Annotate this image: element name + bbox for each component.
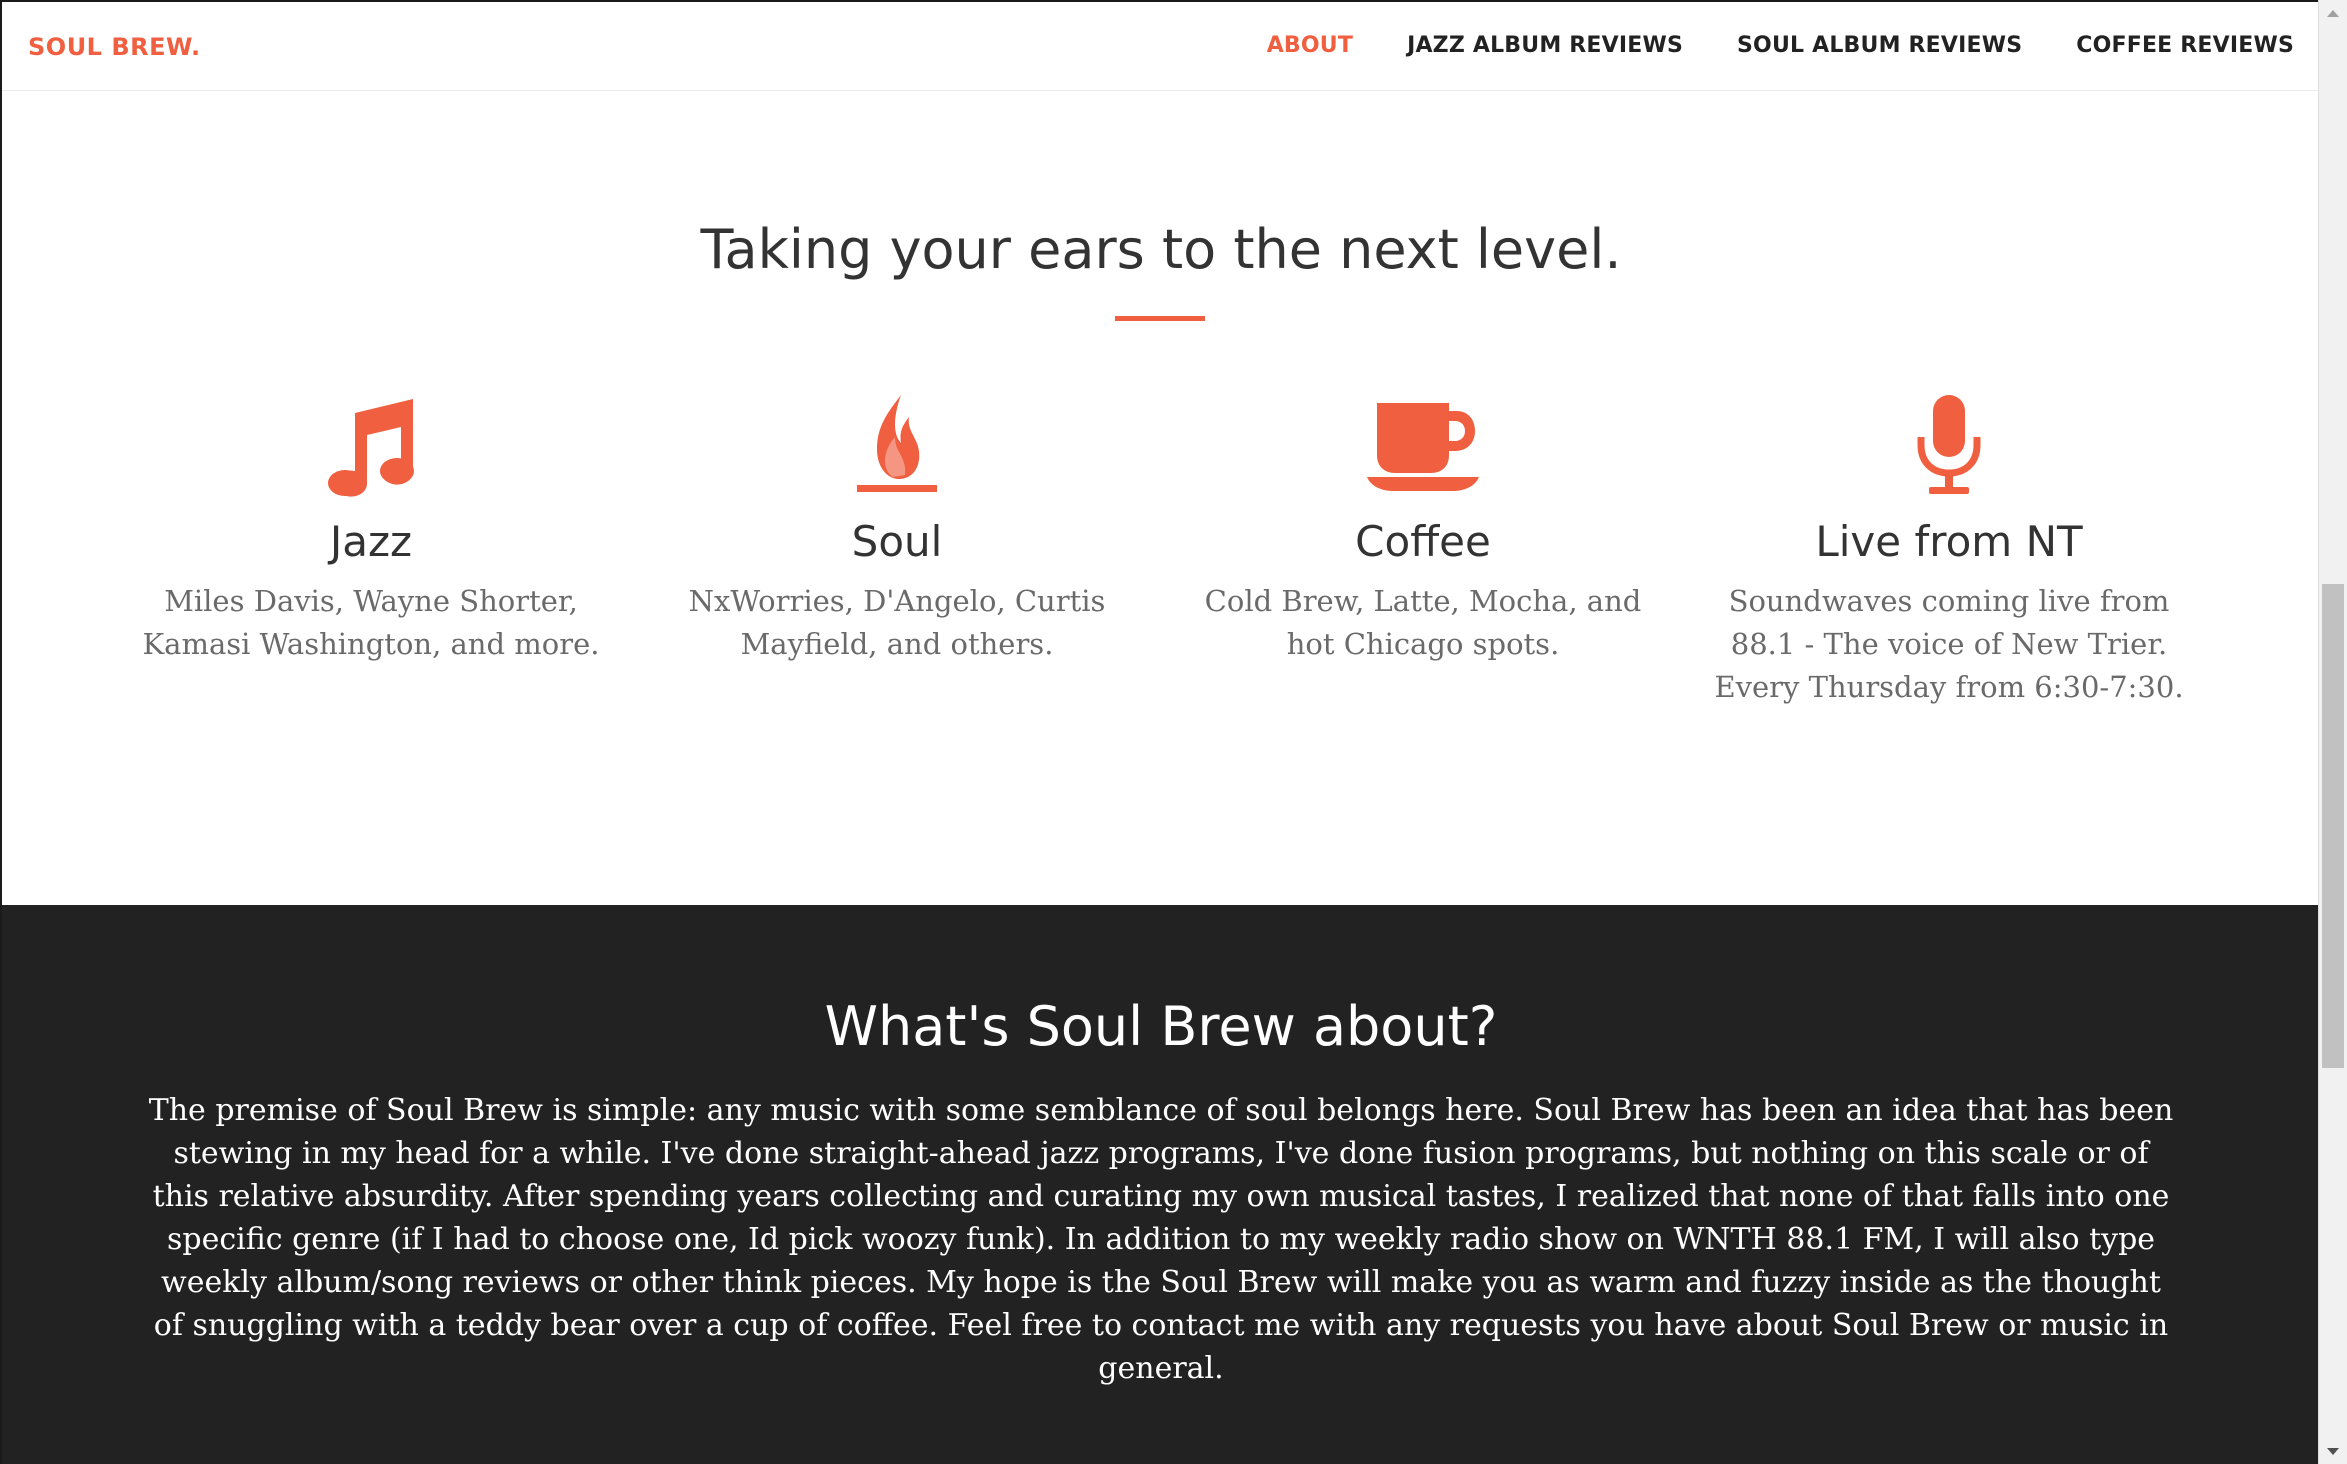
brand-link[interactable]: SOUL BREW. bbox=[28, 33, 201, 61]
service-title: Coffee bbox=[1355, 517, 1491, 566]
services-section: Taking your ears to the next level. Jazz… bbox=[2, 91, 2318, 905]
service-title: Live from NT bbox=[1815, 517, 2083, 566]
chevron-up-icon bbox=[2327, 9, 2339, 17]
nav-link-jazz-album-reviews[interactable]: JAZZ ALBUM REVIEWS bbox=[1407, 33, 1683, 58]
chevron-down-icon bbox=[2327, 1447, 2339, 1455]
vertical-scrollbar[interactable] bbox=[2318, 0, 2347, 1464]
service-line: Mayfield, and others. bbox=[740, 627, 1054, 661]
microphone-icon bbox=[1686, 391, 2212, 497]
fire-icon bbox=[634, 391, 1160, 497]
service-title: Soul bbox=[851, 517, 943, 566]
scroll-up-button[interactable] bbox=[2319, 0, 2347, 26]
service-line: Kamasi Washington, and more. bbox=[142, 627, 600, 661]
service-line: NxWorries, D'Angelo, Curtis bbox=[688, 584, 1106, 618]
service-line: Cold Brew, Latte, Mocha, and bbox=[1204, 584, 1642, 618]
service-title: Jazz bbox=[329, 517, 413, 566]
page: SOUL BREW. ABOUT JAZZ ALBUM REVIEWS SOUL… bbox=[0, 0, 2318, 1464]
service-line: 88.1 - The voice of New Trier. bbox=[1730, 627, 2168, 661]
scroll-down-button[interactable] bbox=[2319, 1438, 2347, 1464]
headline-divider bbox=[1115, 316, 1205, 321]
coffee-cup-icon bbox=[1160, 391, 1686, 497]
service-jazz: Jazz Miles Davis, Wayne Shorter, Kamasi … bbox=[108, 391, 634, 666]
music-note-icon bbox=[108, 391, 634, 497]
nav-link-coffee-reviews[interactable]: COFFEE REVIEWS bbox=[2076, 33, 2294, 58]
service-description: NxWorries, D'Angelo, Curtis Mayfield, an… bbox=[647, 580, 1147, 666]
service-soul: Soul NxWorries, D'Angelo, Curtis Mayfiel… bbox=[634, 391, 1160, 666]
scroll-thumb[interactable] bbox=[2322, 584, 2344, 1068]
service-line: Miles Davis, Wayne Shorter, bbox=[164, 584, 578, 618]
services-headline: Taking your ears to the next level. bbox=[700, 218, 1622, 281]
navbar: SOUL BREW. ABOUT JAZZ ALBUM REVIEWS SOUL… bbox=[2, 0, 2318, 91]
about-section: What's Soul Brew about? The premise of S… bbox=[2, 905, 2318, 1464]
service-description: Soundwaves coming live from 88.1 - The v… bbox=[1699, 580, 2199, 709]
nav-menu: ABOUT JAZZ ALBUM REVIEWS SOUL ALBUM REVI… bbox=[1267, 33, 2294, 58]
service-line: hot Chicago spots. bbox=[1286, 627, 1560, 661]
service-description: Cold Brew, Latte, Mocha, and hot Chicago… bbox=[1173, 580, 1673, 666]
service-description: Miles Davis, Wayne Shorter, Kamasi Washi… bbox=[121, 580, 621, 666]
service-line: Soundwaves coming live from bbox=[1728, 584, 2170, 618]
about-body: The premise of Soul Brew is simple: any … bbox=[148, 1093, 2174, 1386]
nav-link-about[interactable]: ABOUT bbox=[1267, 33, 1353, 58]
about-heading: What's Soul Brew about? bbox=[824, 995, 1498, 1058]
nav-link-soul-album-reviews[interactable]: SOUL ALBUM REVIEWS bbox=[1737, 33, 2022, 58]
service-live-from-nt: Live from NT Soundwaves coming live from… bbox=[1686, 391, 2212, 709]
service-coffee: Coffee Cold Brew, Latte, Mocha, and hot … bbox=[1160, 391, 1686, 666]
service-line: Every Thursday from 6:30-7:30. bbox=[1714, 670, 2184, 704]
